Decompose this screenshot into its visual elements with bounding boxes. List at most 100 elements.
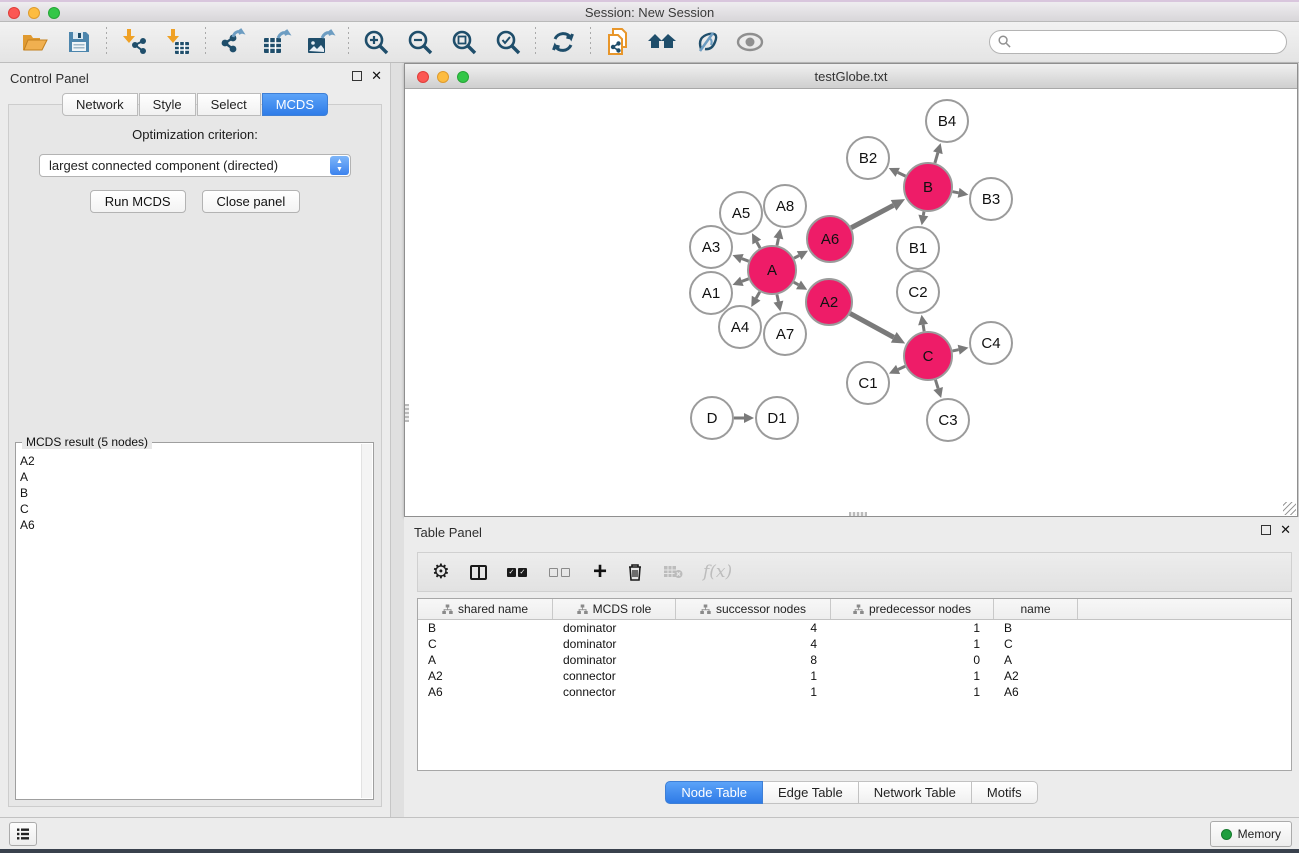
node-label-C2: C2 <box>908 284 927 301</box>
memory-status-icon <box>1221 829 1232 840</box>
close-panel-button[interactable]: Close panel <box>202 190 301 213</box>
mcds-panel: Optimization criterion: largest connecte… <box>8 104 382 807</box>
resize-grip[interactable] <box>1283 502 1296 515</box>
tab-mcds[interactable]: MCDS <box>262 93 328 116</box>
arrowhead <box>933 143 943 154</box>
table-cell: A6 <box>994 685 1078 699</box>
list-icon <box>16 827 30 841</box>
node-label-B2: B2 <box>859 150 877 167</box>
delete-table-icon[interactable] <box>663 559 683 585</box>
edge-A-A3[interactable] <box>742 259 749 262</box>
edge-A-A5[interactable] <box>757 242 760 248</box>
column-header-MCDS-role[interactable]: MCDS role <box>553 599 676 619</box>
criterion-label: Optimization criterion: <box>9 127 381 142</box>
column-header-name[interactable]: name <box>994 599 1078 619</box>
tab-motifs[interactable]: Motifs <box>972 781 1038 804</box>
left-edge-grip[interactable] <box>405 404 409 422</box>
result-item[interactable]: C <box>20 501 361 517</box>
network-canvas[interactable]: B4B2BB3A5A8A6A3AB1A1A2C2A4A7C4CC1DD1C3 <box>405 89 1297 516</box>
edge-C-C1[interactable] <box>898 366 905 369</box>
tab-network-table[interactable]: Network Table <box>859 781 972 804</box>
edge-A-A7[interactable] <box>777 294 778 301</box>
result-item[interactable]: A <box>20 469 361 485</box>
criterion-select[interactable]: largest connected component (directed) ▲… <box>39 154 351 177</box>
edge-C-C3[interactable] <box>935 380 938 389</box>
bottom-edge-grip[interactable] <box>849 512 867 516</box>
tab-select[interactable]: Select <box>197 93 261 116</box>
export-network-icon[interactable] <box>218 27 248 57</box>
edge-A-A1[interactable] <box>742 279 749 282</box>
result-item[interactable]: A6 <box>20 517 361 533</box>
result-item[interactable]: B <box>20 485 361 501</box>
edge-A-A8[interactable] <box>777 238 778 245</box>
function-builder-icon[interactable]: f(x) <box>703 559 732 585</box>
edge-B-B4[interactable] <box>935 153 938 163</box>
node-table[interactable]: shared nameMCDS rolesuccessor nodesprede… <box>417 598 1292 771</box>
zoom-out-icon[interactable] <box>405 27 435 57</box>
edge-C-C2[interactable] <box>923 325 924 332</box>
column-header-shared-name[interactable]: shared name <box>418 599 553 619</box>
save-session-icon[interactable] <box>64 27 94 57</box>
close-panel-icon[interactable]: ✕ <box>371 71 382 81</box>
node-label-A5: A5 <box>732 205 750 222</box>
deselect-all-icon[interactable] <box>549 559 573 585</box>
table-row[interactable]: Adominator80A <box>418 652 1291 668</box>
result-scrollbar[interactable] <box>361 444 372 798</box>
result-item[interactable]: A2 <box>20 453 361 469</box>
mcds-result-list[interactable]: A2ABCA6 <box>20 453 361 797</box>
table-row[interactable]: A2connector11A2 <box>418 668 1291 684</box>
network-graph[interactable]: B4B2BB3A5A8A6A3AB1A1A2C2A4A7C4CC1DD1C3 <box>405 89 1297 516</box>
edge-A-A4[interactable] <box>756 292 760 298</box>
float-panel-icon[interactable] <box>352 71 362 81</box>
edge-B-B2[interactable] <box>898 172 906 176</box>
zoom-selected-icon[interactable] <box>493 27 523 57</box>
tab-style[interactable]: Style <box>139 93 196 116</box>
mcds-result-title: MCDS result (5 nodes) <box>22 435 152 449</box>
node-label-C1: C1 <box>858 375 877 392</box>
run-mcds-button[interactable]: Run MCDS <box>90 190 186 213</box>
select-all-icon[interactable]: ✓✓ <box>507 559 529 585</box>
delete-column-icon[interactable] <box>627 559 643 585</box>
float-table-panel-icon[interactable] <box>1261 525 1271 535</box>
node-label-B: B <box>923 179 933 196</box>
arrowhead <box>744 413 754 423</box>
import-network-icon[interactable] <box>119 27 149 57</box>
import-table-icon[interactable] <box>163 27 193 57</box>
duplicate-network-icon[interactable] <box>603 27 633 57</box>
zoom-fit-icon[interactable] <box>449 27 479 57</box>
table-row[interactable]: Bdominator41B <box>418 620 1291 636</box>
close-table-panel-icon[interactable]: ✕ <box>1280 525 1291 535</box>
add-column-icon[interactable]: + <box>593 559 607 585</box>
table-cell: 4 <box>676 621 831 635</box>
export-image-icon[interactable] <box>306 27 336 57</box>
edge-A-A6[interactable] <box>794 255 799 258</box>
table-row[interactable]: A6connector11A6 <box>418 684 1291 700</box>
tab-edge-table[interactable]: Edge Table <box>763 781 859 804</box>
edge-B-B3[interactable] <box>953 192 959 193</box>
column-visibility-icon[interactable] <box>470 559 487 585</box>
network-window-titlebar[interactable]: testGlobe.txt <box>405 64 1297 89</box>
memory-button[interactable]: Memory <box>1210 821 1292 847</box>
open-file-icon[interactable] <box>20 27 50 57</box>
hide-labels-icon[interactable] <box>691 27 721 57</box>
edge-A2-C[interactable] <box>850 313 894 337</box>
edge-C-C4[interactable] <box>952 350 958 351</box>
table-cell: C <box>418 637 553 651</box>
zoom-in-icon[interactable] <box>361 27 391 57</box>
tab-network[interactable]: Network <box>62 93 138 116</box>
refresh-layout-icon[interactable] <box>548 27 578 57</box>
search-input[interactable] <box>989 30 1287 54</box>
home-icon[interactable] <box>647 27 677 57</box>
edge-A-A2[interactable] <box>794 282 799 285</box>
edge-A6-B[interactable] <box>851 205 893 227</box>
tab-node-table[interactable]: Node Table <box>665 781 763 804</box>
show-panels-button[interactable] <box>9 822 37 846</box>
column-header-successor-nodes[interactable]: successor nodes <box>676 599 831 619</box>
export-table-icon[interactable] <box>262 27 292 57</box>
eye-icon[interactable] <box>735 27 765 57</box>
node-label-A3: A3 <box>702 239 720 256</box>
edge-B-B1[interactable] <box>923 212 924 216</box>
table-settings-icon[interactable]: ⚙ <box>432 559 450 585</box>
column-header-predecessor-nodes[interactable]: predecessor nodes <box>831 599 994 619</box>
table-row[interactable]: Cdominator41C <box>418 636 1291 652</box>
